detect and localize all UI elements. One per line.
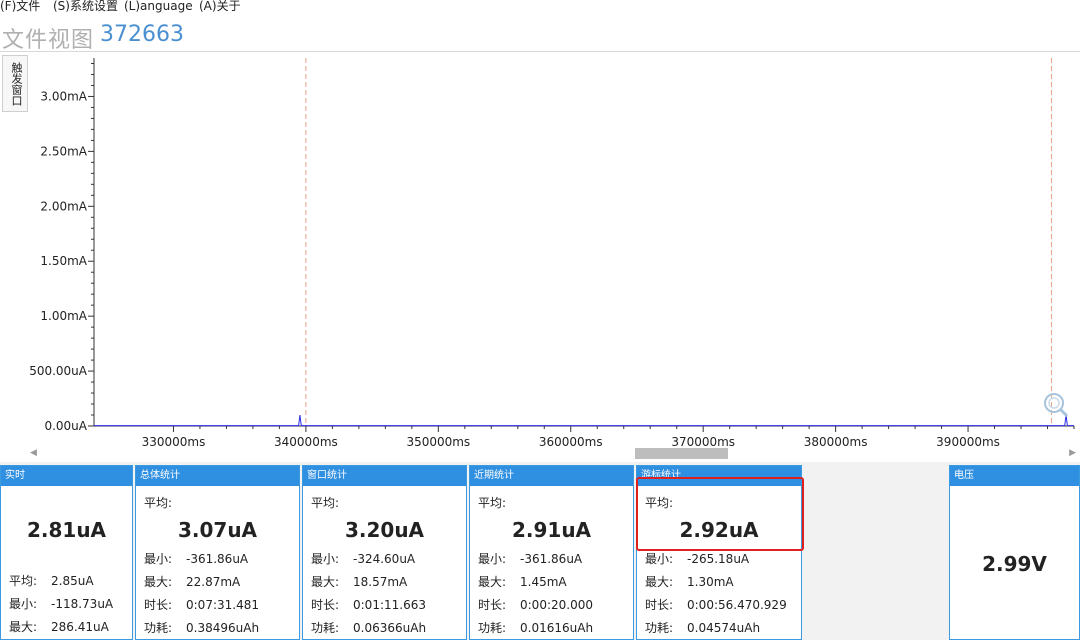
scroll-right-arrow-icon[interactable]: ▶ bbox=[1069, 448, 1076, 458]
panel-header: 窗口统计 bbox=[303, 466, 466, 486]
panel-realtime: 实时 2.81uA 平均: 2.85uA 最小: -118.73uA 最大: 286.… bbox=[0, 465, 133, 640]
menu-file[interactable]: (F)文件 bbox=[0, 0, 40, 12]
menu-about[interactable]: (A)关于 bbox=[199, 0, 241, 12]
stat-row-avg: 平均: 2.85uA bbox=[9, 574, 94, 588]
stat-row-max: 最大: 1.45mA bbox=[478, 575, 567, 589]
stat-row-min: 最小: -361.86uA bbox=[144, 552, 249, 566]
current-series-line bbox=[94, 414, 1074, 427]
x-tick-label: 390000ms bbox=[936, 435, 1000, 446]
x-tick-label: 350000ms bbox=[406, 435, 470, 446]
y-tick-label: 500.00uA bbox=[29, 364, 88, 378]
panel-header: 电压 bbox=[950, 466, 1079, 486]
x-tick-label: 330000ms bbox=[142, 435, 206, 446]
avg-label: 平均: bbox=[311, 496, 340, 510]
menu-language[interactable]: (L)anguage bbox=[124, 0, 193, 12]
y-tick-label: 3.00mA bbox=[40, 89, 87, 103]
panel-header: 总体统计 bbox=[136, 466, 299, 486]
avg-label: 平均: bbox=[478, 496, 507, 510]
stat-row-duration: 时长: 0:00:20.000 bbox=[478, 598, 593, 612]
stat-row-max: 最大: 22.87mA bbox=[144, 575, 241, 589]
avg-label: 平均: bbox=[144, 496, 173, 510]
current-chart[interactable]: 0.00uA 500.00uA 1.00mA 1.50mA 2.00mA 2.50mA 3.… bbox=[0, 52, 1080, 446]
panel-window-stats: 窗口统计 平均: 3.20uA 最小: -324.60uA 最大: 18.57mA … bbox=[302, 465, 467, 640]
stat-row-max: 最大: 18.57mA bbox=[311, 575, 408, 589]
file-id: 372663 bbox=[100, 22, 184, 47]
stat-row-energy: 功耗: 0.06366uAh bbox=[311, 621, 427, 635]
x-tick-label: 370000ms bbox=[671, 435, 735, 446]
stat-row-max: 最大: 1.30mA bbox=[645, 575, 734, 589]
stat-row-min: 最小: -118.73uA bbox=[9, 597, 114, 611]
scrollbar-thumb[interactable] bbox=[635, 448, 728, 459]
scroll-left-arrow-icon[interactable]: ◀ bbox=[30, 448, 37, 458]
y-tick-label: 1.00mA bbox=[40, 309, 87, 323]
overall-avg-value: 3.07uA bbox=[177, 518, 258, 542]
y-tick-label: 2.50mA bbox=[40, 144, 87, 158]
highlight-annotation bbox=[636, 477, 804, 551]
panel-overall-stats: 总体统计 平均: 3.07uA 最小: -361.86uA 最大: 22.87mA … bbox=[135, 465, 300, 640]
x-tick-label: 360000ms bbox=[539, 435, 603, 446]
voltage-value: 2.99V bbox=[982, 552, 1047, 576]
panel-header: 近期统计 bbox=[470, 466, 633, 486]
x-tick-label: 380000ms bbox=[804, 435, 868, 446]
file-view-title: 文件视图 bbox=[2, 28, 95, 53]
window-avg-value: 3.20uA bbox=[344, 518, 425, 542]
file-view-header: 文件视图 372663 bbox=[0, 19, 1080, 53]
menu-bar: (F)文件 (S)系统设置 (L)anguage (A)关于 bbox=[0, 0, 1080, 16]
stat-row-min: 最小: -361.86uA bbox=[478, 552, 583, 566]
recent-avg-value: 2.91uA bbox=[511, 518, 592, 542]
stat-row-energy: 功耗: 0.01616uAh bbox=[478, 621, 594, 635]
x-tick-label: 340000ms bbox=[274, 435, 338, 446]
y-tick-label: 0.00uA bbox=[44, 419, 87, 433]
stat-row-min: 最小: -265.18uA bbox=[645, 552, 750, 566]
stat-row-duration: 时长: 0:07:31.481 bbox=[144, 598, 259, 612]
panel-voltage: 电压 2.99V bbox=[949, 465, 1080, 640]
chart-scrollbar[interactable]: ◀ ▶ bbox=[28, 446, 1080, 460]
stat-row-duration: 时长: 0:00:56.470.929 bbox=[645, 598, 787, 612]
stat-row-duration: 时长: 0:01:11.663 bbox=[311, 598, 426, 612]
panel-header: 实时 bbox=[1, 466, 132, 486]
y-tick-label: 1.50mA bbox=[40, 254, 87, 268]
stat-row-energy: 功耗: 0.04574uAh bbox=[645, 621, 761, 635]
zoom-icon[interactable] bbox=[1044, 393, 1069, 418]
y-tick-label: 2.00mA bbox=[40, 199, 87, 213]
stat-row-min: 最小: -324.60uA bbox=[311, 552, 416, 566]
panel-recent-stats: 近期统计 平均: 2.91uA 最小: -361.86uA 最大: 1.45mA 时… bbox=[469, 465, 634, 640]
stat-row-max: 最大: 286.41uA bbox=[9, 620, 109, 634]
stat-row-energy: 功耗: 0.38496uAh bbox=[144, 621, 260, 635]
realtime-current-value: 2.81uA bbox=[26, 518, 107, 542]
menu-system-settings[interactable]: (S)系统设置 bbox=[53, 0, 118, 12]
